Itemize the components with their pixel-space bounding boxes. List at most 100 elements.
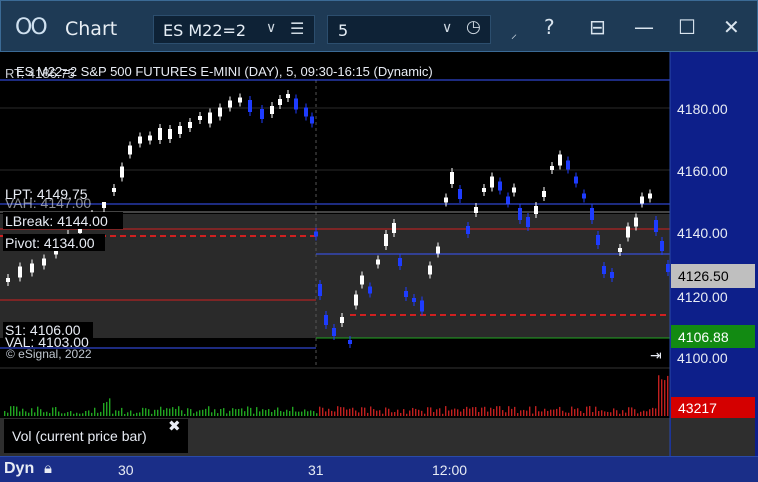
volume-bar bbox=[514, 406, 516, 416]
candle-body bbox=[238, 97, 242, 103]
volume-bar bbox=[289, 411, 291, 416]
candle-body bbox=[506, 196, 510, 204]
volume-bar bbox=[130, 410, 132, 416]
close-study-icon[interactable]: ✖ bbox=[168, 417, 181, 435]
volume-bar bbox=[193, 413, 195, 416]
volume-bar bbox=[52, 407, 54, 416]
volume-bar bbox=[310, 410, 312, 416]
candle-body bbox=[158, 128, 162, 140]
dyn-label[interactable]: Dyn bbox=[4, 460, 34, 478]
menu-icon[interactable]: ☰ bbox=[290, 19, 304, 38]
volume-bar bbox=[184, 413, 186, 416]
time-axis[interactable]: Dyn 🔒︎ 30 31 12:00 bbox=[0, 456, 758, 482]
volume-bar bbox=[547, 410, 549, 416]
cursor-icon[interactable]: ⸝ bbox=[511, 25, 517, 42]
volume-bar bbox=[67, 412, 69, 416]
candle-body bbox=[404, 291, 408, 297]
volume-bar bbox=[121, 407, 123, 416]
chart-area[interactable]: 4180.00 4160.00 4140.00 4120.00 4100.00 … bbox=[0, 52, 758, 456]
volume-bar bbox=[205, 408, 207, 416]
candle-body bbox=[368, 286, 372, 294]
volume-bar bbox=[187, 408, 189, 416]
volume-panel bbox=[0, 368, 670, 418]
minimize-button[interactable]: — bbox=[634, 15, 654, 39]
volume-bar bbox=[427, 407, 429, 416]
candle-body bbox=[436, 246, 440, 254]
value-area-shade bbox=[0, 214, 670, 338]
study-label-text: Vol (current price bar) bbox=[12, 428, 147, 444]
volume-bar bbox=[70, 411, 72, 416]
maximize-button[interactable]: ☐ bbox=[678, 15, 696, 39]
green-price: 4106.88 bbox=[678, 329, 729, 345]
volume-bar bbox=[397, 409, 399, 416]
chevron-down-icon[interactable]: ∨ bbox=[442, 20, 452, 36]
candle-body bbox=[102, 202, 106, 208]
chevron-down-icon[interactable]: ∨ bbox=[266, 20, 276, 36]
time-label: 12:00 bbox=[432, 462, 468, 478]
volume-bar bbox=[265, 410, 267, 416]
candle-body bbox=[228, 100, 232, 108]
candle-body bbox=[392, 223, 396, 233]
candle-body bbox=[490, 176, 494, 188]
volume-bar bbox=[280, 410, 282, 416]
candle-body bbox=[420, 300, 424, 312]
volume-bar bbox=[58, 411, 60, 416]
help-button[interactable]: ? bbox=[544, 15, 555, 39]
volume-bar bbox=[655, 408, 657, 416]
volume-bar bbox=[22, 408, 24, 416]
clock-icon[interactable]: ◷ bbox=[466, 17, 481, 37]
volume-bar bbox=[517, 413, 519, 416]
volume-bar bbox=[166, 408, 168, 416]
volume-bar bbox=[154, 409, 156, 416]
volume-bar bbox=[148, 409, 150, 416]
volume-bar bbox=[16, 406, 18, 416]
volume-bar bbox=[235, 409, 237, 416]
volume-bar bbox=[292, 406, 294, 416]
candle-body bbox=[482, 188, 486, 192]
volume-bar bbox=[664, 380, 666, 416]
candle-body bbox=[332, 328, 336, 336]
volume-bar bbox=[286, 409, 288, 416]
candle-body bbox=[534, 206, 538, 214]
volume-bar bbox=[319, 406, 321, 416]
volume-bar bbox=[376, 410, 378, 416]
volume-bar bbox=[538, 411, 540, 416]
volume-bar bbox=[55, 407, 57, 416]
volume-bar bbox=[196, 411, 198, 416]
candle-body bbox=[198, 116, 202, 120]
volume-bar bbox=[382, 413, 384, 416]
volume-value: 43217 bbox=[678, 400, 717, 416]
study-label[interactable]: Vol (current price bar) bbox=[4, 419, 188, 453]
volume-bar bbox=[556, 408, 558, 416]
volume-bar bbox=[13, 406, 15, 416]
candle-body bbox=[428, 265, 432, 275]
volume-bar bbox=[301, 411, 303, 416]
close-button[interactable]: ✕ bbox=[723, 15, 740, 39]
volume-bar bbox=[334, 411, 336, 416]
candle-body bbox=[618, 248, 622, 252]
scroll-right-icon[interactable]: ⇥ bbox=[650, 347, 662, 363]
volume-bar bbox=[244, 411, 246, 416]
volume-bar bbox=[475, 407, 477, 416]
volume-bar bbox=[256, 407, 258, 416]
volume-bar bbox=[241, 408, 243, 416]
volume-bar bbox=[103, 403, 105, 416]
symbol-select[interactable]: ES M22=2 ∨ ☰ bbox=[153, 15, 315, 44]
volume-bar bbox=[385, 407, 387, 416]
volume-bar bbox=[181, 410, 183, 416]
candle-body bbox=[450, 172, 454, 184]
candle-body bbox=[304, 107, 308, 117]
volume-bar bbox=[598, 411, 600, 416]
candle-body bbox=[596, 235, 600, 245]
candle-body bbox=[412, 298, 416, 302]
lock-icon[interactable]: 🔒︎ bbox=[44, 459, 52, 477]
volume-bar bbox=[391, 412, 393, 416]
volume-bar bbox=[436, 409, 438, 416]
template-button[interactable]: ⊟ bbox=[589, 15, 606, 39]
volume-bar bbox=[328, 408, 330, 416]
title-bar: OO Chart ES M22=2 ∨ ☰ 5 ∨ ◷ ⸝ ? ⊟ — ☐ ✕ bbox=[0, 0, 758, 52]
volume-bar bbox=[199, 410, 201, 416]
volume-bar bbox=[379, 410, 381, 416]
interval-select[interactable]: 5 ∨ ◷ bbox=[327, 15, 491, 44]
candle-body bbox=[260, 109, 264, 119]
